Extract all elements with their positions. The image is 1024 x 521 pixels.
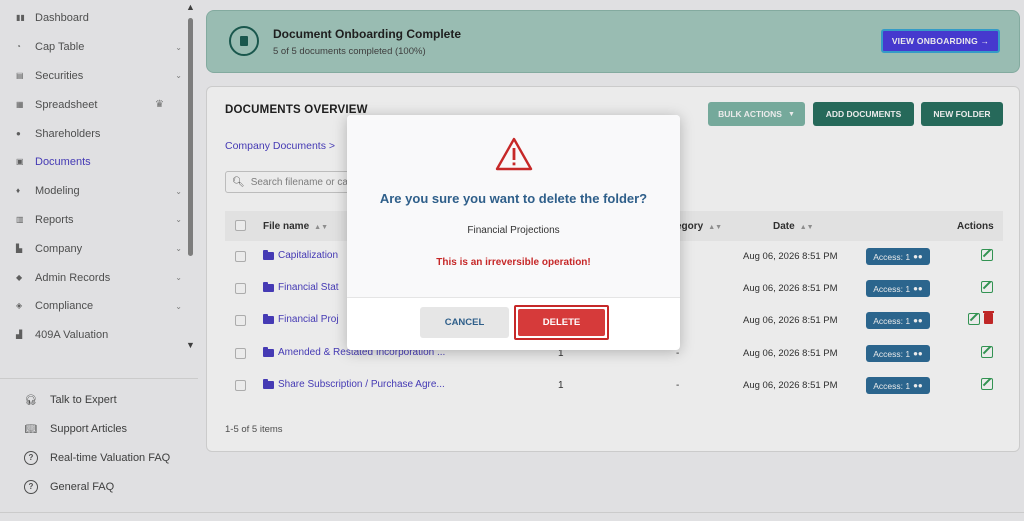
folder-name: Financial Projections [467,225,560,236]
dialog-divider [347,297,680,298]
warning-icon [495,137,533,171]
dialog-question: Are you sure you want to delete the fold… [379,191,648,206]
irreversible-warning: This is an irreversible operation! [436,257,591,268]
delete-confirm-dialog: Are you sure you want to delete the fold… [347,115,680,350]
cancel-button[interactable]: CANCEL [420,307,509,338]
delete-button[interactable]: DELETE [514,305,609,340]
delete-button-label: DELETE [518,309,605,336]
